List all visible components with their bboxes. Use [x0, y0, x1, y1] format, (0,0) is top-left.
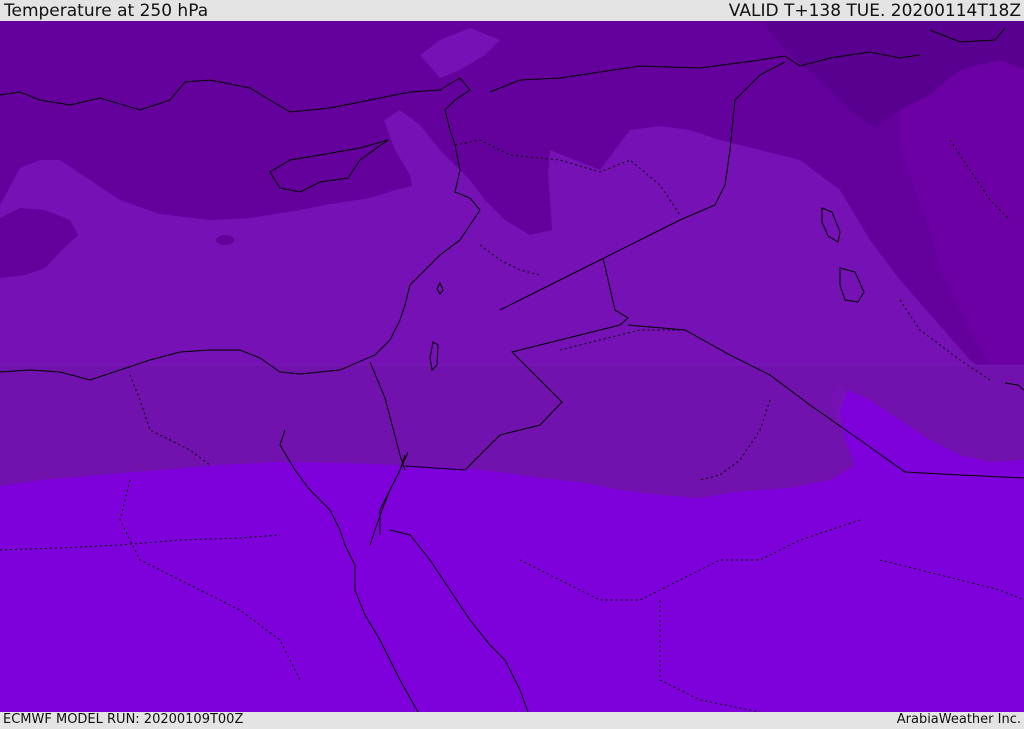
credit-label: ArabiaWeather Inc. — [896, 712, 1021, 727]
header-bar: Temperature at 250 hPa VALID T+138 TUE. … — [0, 0, 1024, 21]
footer-bar: ECMWF MODEL RUN: 20200109T00Z ArabiaWeat… — [0, 712, 1024, 729]
map-title: Temperature at 250 hPa — [4, 1, 209, 21]
dark-spot — [216, 235, 234, 245]
temperature-map — [0, 21, 1024, 712]
valid-time: VALID T+138 TUE. 20200114T18Z — [728, 1, 1021, 21]
model-run-label: ECMWF MODEL RUN: 20200109T00Z — [3, 712, 244, 727]
